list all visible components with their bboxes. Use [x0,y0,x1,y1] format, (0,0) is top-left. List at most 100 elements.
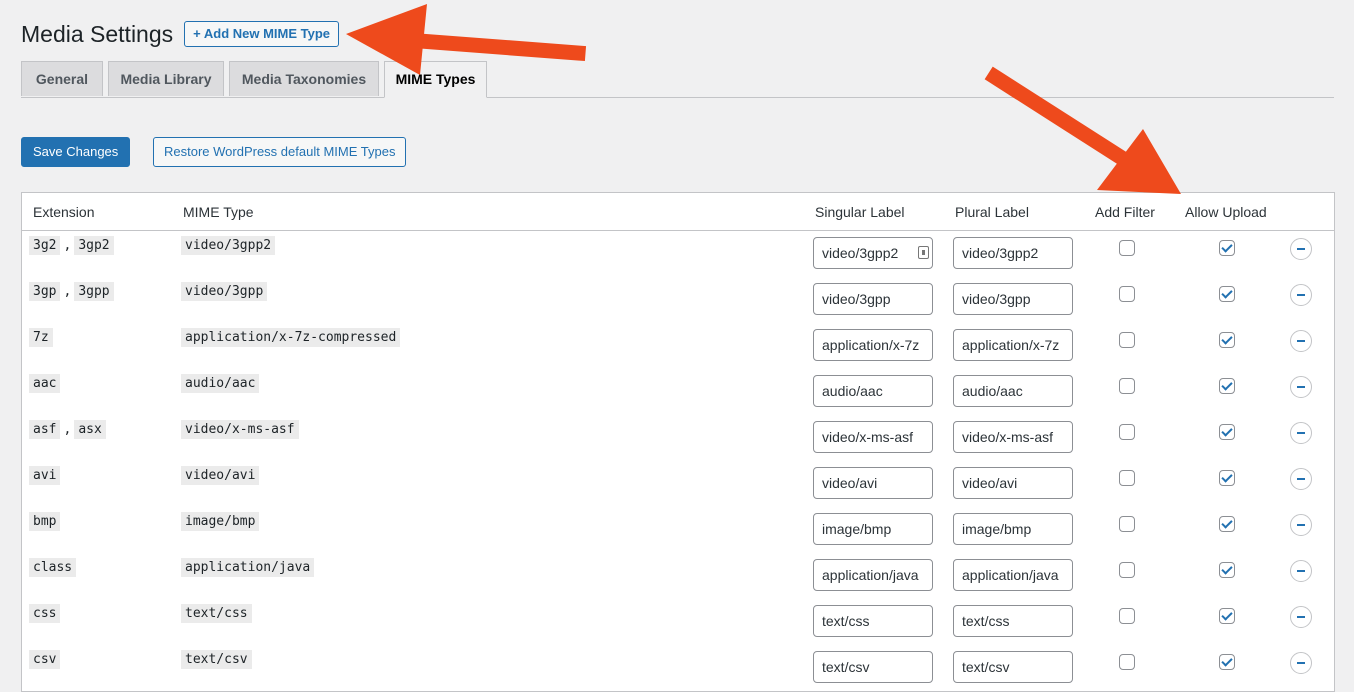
tab-media-library[interactable]: Media Library [108,61,224,96]
minus-circle-icon[interactable] [1290,422,1312,444]
mime-type-cell: image/bmp [181,512,260,531]
extension-cell: aac [29,374,61,393]
mime-type-code: video/3gpp [181,282,268,301]
minus-circle-icon[interactable] [1290,238,1312,260]
save-changes-button[interactable]: Save Changes [21,137,131,167]
add-filter-checkbox[interactable] [1119,424,1135,440]
allow-upload-checkbox[interactable] [1219,378,1235,394]
tab-mime-types[interactable]: MIME Types [384,61,487,98]
singular-label-input[interactable]: application/java [813,559,933,591]
mime-type-code: text/csv [181,650,252,669]
extension-code: asx [74,420,106,439]
add-filter-checkbox[interactable] [1119,240,1135,256]
plural-label-value: video/avi [962,475,1018,491]
tab-general[interactable]: General [21,61,103,96]
minus-circle-icon[interactable] [1290,652,1312,674]
allow-upload-checkbox[interactable] [1219,608,1235,624]
extension-cell: 3gp, 3gpp [29,282,114,301]
minus-circle-icon[interactable] [1290,330,1312,352]
singular-label-input[interactable]: video/avi [813,467,933,499]
column-header-add-filter: Add Filter [1095,204,1155,220]
plural-label-value: video/3gpp [962,291,1031,307]
mime-type-code: video/3gpp2 [181,236,276,255]
minus-circle-icon[interactable] [1290,468,1312,490]
allow-upload-checkbox[interactable] [1219,240,1235,256]
allow-upload-checkbox[interactable] [1219,470,1235,486]
add-filter-checkbox[interactable] [1119,516,1135,532]
singular-label-input[interactable]: text/css [813,605,933,637]
tab-media-taxonomies[interactable]: Media Taxonomies [229,61,379,96]
singular-label-input[interactable]: application/x-7z [813,329,933,361]
singular-label-input[interactable]: image/bmp [813,513,933,545]
extension-cell: avi [29,466,61,485]
plural-label-input[interactable]: application/java [953,559,1073,591]
mime-type-code: video/x-ms-asf [181,420,299,439]
allow-upload-checkbox[interactable] [1219,654,1235,670]
plural-label-input[interactable]: text/csv [953,651,1073,683]
plural-label-input[interactable]: video/3gpp [953,283,1073,315]
singular-label-input[interactable]: video/3gpp [813,283,933,315]
table-row: css text/css text/css text/css [22,598,1334,644]
add-filter-checkbox[interactable] [1119,562,1135,578]
plural-label-value: audio/aac [962,383,1023,399]
settings-tabs: General Media Library Media Taxonomies M… [21,61,1334,98]
plural-label-input[interactable]: text/css [953,605,1073,637]
table-row: aac audio/aac audio/aac audio/aac [22,368,1334,414]
allow-upload-checkbox[interactable] [1219,286,1235,302]
mime-type-cell: video/3gpp2 [181,236,276,255]
plural-label-value: text/css [962,613,1010,629]
extension-code: aac [29,374,61,393]
singular-label-input[interactable]: video/3gpp2 [813,237,933,269]
allow-upload-checkbox[interactable] [1219,332,1235,348]
minus-circle-icon[interactable] [1290,284,1312,306]
extension-separator: , [63,422,72,437]
minus-circle-icon[interactable] [1290,606,1312,628]
extension-code: avi [29,466,61,485]
allow-upload-checkbox[interactable] [1219,516,1235,532]
plural-label-input[interactable]: video/avi [953,467,1073,499]
restore-defaults-button[interactable]: Restore WordPress default MIME Types [153,137,407,167]
mime-type-cell: application/java [181,558,315,577]
table-row: avi video/avi video/avi video/avi [22,460,1334,506]
plural-label-input[interactable]: application/x-7z [953,329,1073,361]
extension-code: 3gp2 [74,236,114,255]
add-new-mime-type-button[interactable]: + Add New MIME Type [184,21,340,47]
singular-label-input[interactable]: text/csv [813,651,933,683]
plural-label-input[interactable]: audio/aac [953,375,1073,407]
extension-code: csv [29,650,61,669]
column-header-extension: Extension [33,204,95,220]
add-filter-checkbox[interactable] [1119,286,1135,302]
extension-code: asf [29,420,61,439]
add-filter-checkbox[interactable] [1119,608,1135,624]
extension-cell: asf, asx [29,420,106,439]
mime-type-code: audio/aac [181,374,260,393]
plural-label-input[interactable]: video/3gpp2 [953,237,1073,269]
plural-label-value: image/bmp [962,521,1032,537]
add-filter-checkbox[interactable] [1119,332,1135,348]
add-filter-checkbox[interactable] [1119,654,1135,670]
extension-cell: bmp [29,512,61,531]
table-header: Extension MIME Type Singular Label Plura… [22,193,1334,231]
singular-label-value: image/bmp [822,521,892,537]
extension-code: 3gp [29,282,61,301]
lock-icon [918,246,929,259]
plural-label-input[interactable]: image/bmp [953,513,1073,545]
mime-type-code: application/java [181,558,315,577]
column-header-mime-type: MIME Type [183,204,254,220]
add-filter-checkbox[interactable] [1119,378,1135,394]
mime-type-cell: video/avi [181,466,260,485]
minus-circle-icon[interactable] [1290,560,1312,582]
extension-separator: , [63,284,72,299]
singular-label-input[interactable]: video/x-ms-asf [813,421,933,453]
mime-type-code: text/css [181,604,252,623]
allow-upload-checkbox[interactable] [1219,424,1235,440]
extension-cell: css [29,604,61,623]
table-row: 3gp, 3gpp video/3gpp video/3gpp video/3gpp [22,276,1334,322]
plural-label-input[interactable]: video/x-ms-asf [953,421,1073,453]
allow-upload-checkbox[interactable] [1219,562,1235,578]
minus-circle-icon[interactable] [1290,514,1312,536]
minus-circle-icon[interactable] [1290,376,1312,398]
add-filter-checkbox[interactable] [1119,470,1135,486]
table-row: class application/java application/java app… [22,552,1334,598]
singular-label-input[interactable]: audio/aac [813,375,933,407]
